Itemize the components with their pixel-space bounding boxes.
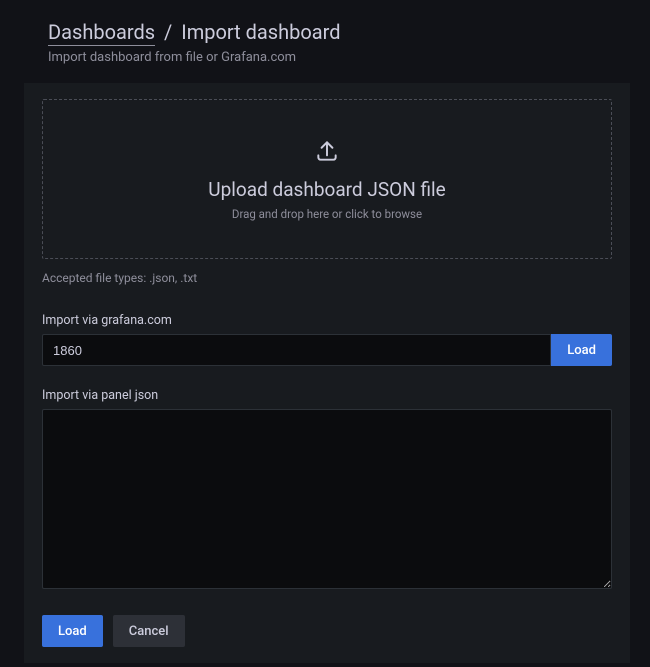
json-import-label: Import via panel json [42,388,612,403]
dropzone-title: Upload dashboard JSON file [208,178,445,201]
breadcrumb-current: Import dashboard [181,20,340,44]
json-import-textarea[interactable] [42,409,612,589]
page-header: Dashboards / Import dashboard Import das… [48,20,626,65]
upload-icon [314,138,340,168]
json-import-group: Import via panel json [42,388,612,593]
breadcrumb-separator: / [164,20,172,44]
grafana-import-input[interactable] [42,334,551,366]
grafana-import-group: Import via grafana.com Load [42,313,612,366]
upload-dropzone[interactable]: Upload dashboard JSON file Drag and drop… [42,99,612,259]
accepted-file-types: Accepted file types: .json, .txt [42,271,612,285]
breadcrumb-root-link[interactable]: Dashboards [48,20,155,46]
load-button[interactable]: Load [42,615,103,647]
dropzone-subtitle: Drag and drop here or click to browse [232,207,422,221]
content-panel: Upload dashboard JSON file Drag and drop… [24,83,630,663]
grafana-import-label: Import via grafana.com [42,313,612,328]
cancel-button[interactable]: Cancel [113,615,185,647]
action-buttons: Load Cancel [42,615,612,647]
grafana-load-button[interactable]: Load [551,334,612,366]
page-subtitle: Import dashboard from file or Grafana.co… [48,50,626,65]
breadcrumb: Dashboards / Import dashboard [48,20,626,44]
